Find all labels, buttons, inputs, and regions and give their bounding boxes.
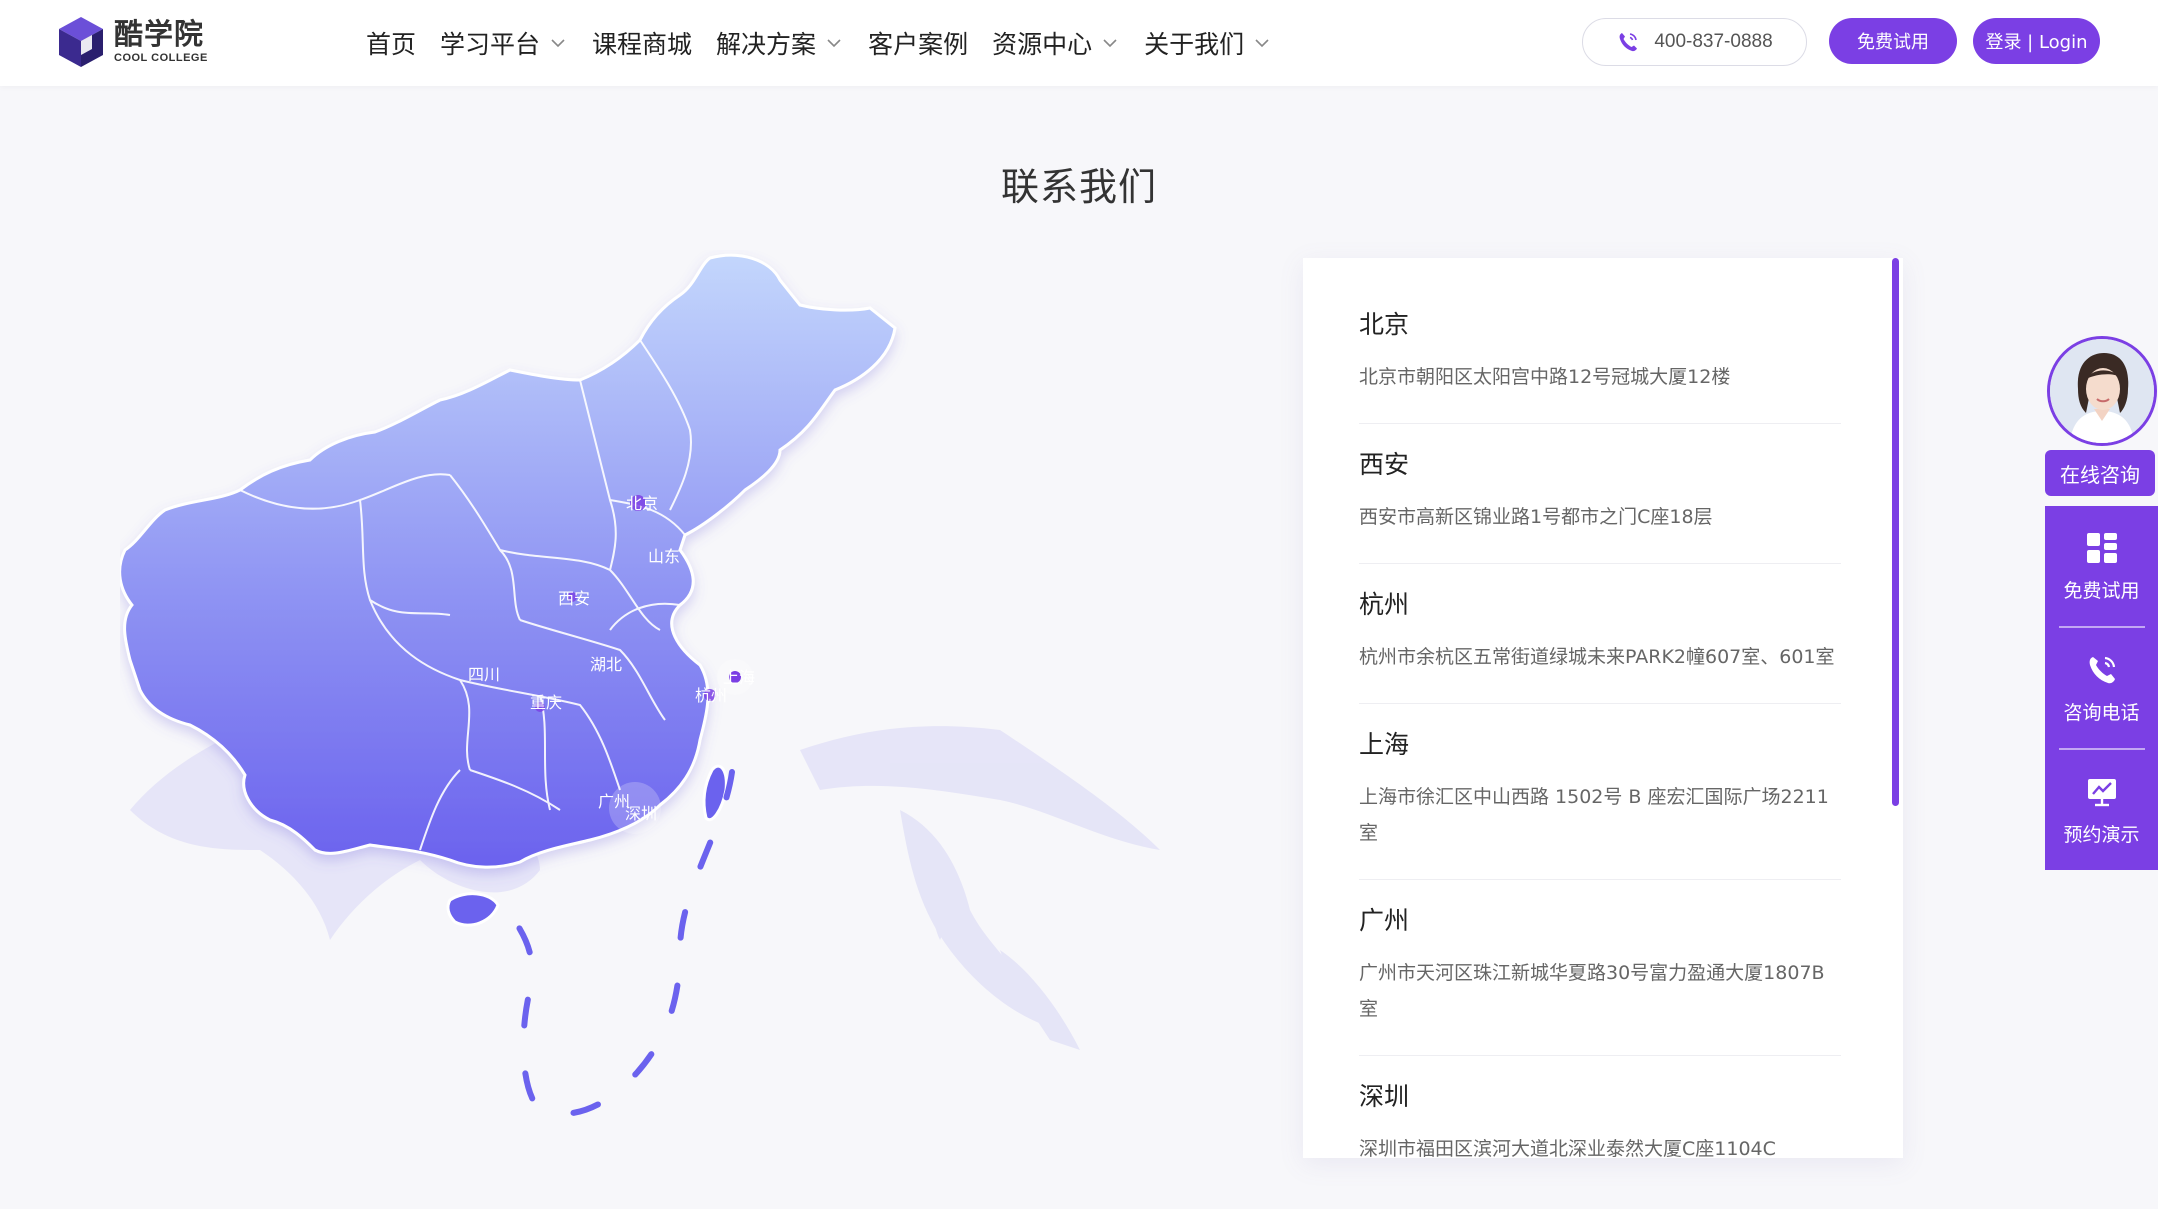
office-city: 广州 bbox=[1359, 906, 1410, 935]
logo[interactable]: 酷学院 COOL COLLEGE bbox=[56, 14, 208, 70]
nav-item-label: 客户案例 bbox=[868, 30, 969, 59]
nav-item-learning-platform[interactable]: 学习平台 bbox=[440, 25, 568, 61]
chevron-down-icon bbox=[827, 39, 841, 48]
consultant-avatar[interactable] bbox=[2047, 336, 2157, 446]
office-city: 北京 bbox=[1359, 310, 1410, 339]
office-city: 西安 bbox=[1359, 450, 1410, 479]
nav-item-course-mall[interactable]: 课程商城 bbox=[592, 25, 692, 61]
presentation-icon bbox=[2087, 778, 2116, 806]
office-city: 杭州 bbox=[1359, 590, 1410, 619]
nav-item-resources[interactable]: 资源中心 bbox=[992, 25, 1120, 61]
office-address: 北京市朝阳区太阳宫中路12号冠城大厦12楼 bbox=[1359, 366, 1731, 388]
city-label-chongqing: 重庆 bbox=[530, 693, 562, 712]
office-address: 西安市高新区锦业路1号都市之门C座18层 bbox=[1359, 506, 1713, 528]
main-nav: 首页 学习平台 课程商城 解决方案 客户案例 资源中心 关于我们 bbox=[366, 22, 1296, 64]
city-label-xian: 西安 bbox=[558, 589, 590, 608]
taiwan-island bbox=[702, 764, 728, 822]
nav-item-customer-cases[interactable]: 客户案例 bbox=[868, 25, 968, 61]
city-label-beijing: 北京 bbox=[626, 494, 658, 513]
header: 酷学院 COOL COLLEGE 首页 学习平台 课程商城 解决方案 客户案例 … bbox=[0, 0, 2158, 86]
online-consult-button[interactable]: 在线咨询 bbox=[2045, 450, 2155, 496]
float-phone[interactable]: 咨询电话 bbox=[2045, 628, 2158, 748]
address-list-scrollbar[interactable] bbox=[1892, 258, 1899, 806]
phone-icon bbox=[1619, 33, 1638, 52]
grid-icon bbox=[2086, 532, 2117, 563]
office-address-list: 北京 北京市朝阳区太阳宫中路12号冠城大厦12楼 西安 西安市高新区锦业路1号都… bbox=[1359, 258, 1841, 1158]
float-item-label: 预约演示 bbox=[2063, 823, 2140, 846]
chevron-down-icon bbox=[1255, 39, 1269, 48]
nav-item-label: 课程商城 bbox=[592, 30, 693, 59]
office-item-beijing: 北京 北京市朝阳区太阳宫中路12号冠城大厦12楼 bbox=[1359, 258, 1841, 424]
nav-item-home[interactable]: 首页 bbox=[366, 25, 416, 61]
page-title: 联系我们 bbox=[1000, 165, 1157, 209]
office-item-guangzhou: 广州 广州市天河区珠江新城华夏路30号富力盈通大厦1807B室 bbox=[1359, 880, 1841, 1056]
city-label-hangzhou: 杭州 bbox=[695, 686, 727, 705]
city-label-sichuan: 四川 bbox=[468, 665, 500, 684]
float-free-trial[interactable]: 免费试用 bbox=[2045, 506, 2158, 626]
float-item-label: 咨询电话 bbox=[2063, 701, 2140, 724]
office-address: 深圳市福田区滨河大道北深业泰然大厦C座1104C bbox=[1359, 1138, 1776, 1158]
nav-item-label: 首页 bbox=[366, 30, 417, 59]
city-label-shenzhen: 深圳 bbox=[625, 804, 657, 823]
hotline-number: 400-837-0888 bbox=[1654, 31, 1773, 52]
office-item-shenzhen: 深圳 深圳市福田区滨河大道北深业泰然大厦C座1104C bbox=[1359, 1056, 1841, 1158]
office-item-xian: 西安 西安市高新区锦业路1号都市之门C座18层 bbox=[1359, 424, 1841, 564]
nav-item-label: 关于我们 bbox=[1144, 30, 1245, 59]
china-office-map: 北京 山东 西安 湖北 四川 重庆 上海 杭州 广州 深圳 bbox=[120, 253, 1160, 1117]
login-button[interactable]: 登录 | Login bbox=[1973, 18, 2100, 64]
office-city: 上海 bbox=[1359, 730, 1410, 759]
nav-item-solutions[interactable]: 解决方案 bbox=[716, 25, 844, 61]
nav-item-label: 解决方案 bbox=[716, 30, 817, 59]
city-label-shanghai: 上海 bbox=[723, 668, 755, 687]
nav-item-label: 资源中心 bbox=[992, 30, 1093, 59]
consultant-portrait-icon bbox=[2050, 339, 2154, 443]
chevron-down-icon bbox=[1103, 39, 1117, 48]
office-item-hangzhou: 杭州 杭州市余杭区五常街道绿城未来PARK2幢607室、601室 bbox=[1359, 564, 1841, 704]
free-trial-button[interactable]: 免费试用 bbox=[1829, 18, 1957, 64]
logo-name-en: COOL COLLEGE bbox=[114, 52, 208, 64]
office-address: 广州市天河区珠江新城华夏路30号富力盈通大厦1807B室 bbox=[1359, 962, 1825, 1020]
phone-icon bbox=[2089, 656, 2115, 683]
logo-cube-icon bbox=[59, 17, 103, 67]
office-city: 深圳 bbox=[1359, 1082, 1410, 1111]
city-label-hubei: 湖北 bbox=[590, 655, 622, 674]
city-label-shandong: 山东 bbox=[648, 547, 680, 566]
chevron-down-icon bbox=[551, 39, 565, 48]
nav-item-label: 学习平台 bbox=[440, 30, 541, 59]
office-address: 杭州市余杭区五常街道绿城未来PARK2幢607室、601室 bbox=[1359, 646, 1835, 668]
office-address-card: 北京 北京市朝阳区太阳宫中路12号冠城大厦12楼 西安 西安市高新区锦业路1号都… bbox=[1303, 258, 1903, 1158]
float-item-label: 免费试用 bbox=[2063, 579, 2140, 602]
office-address: 上海市徐汇区中山西路 1502号 B 座宏汇国际广场2211室 bbox=[1359, 786, 1829, 844]
floating-action-bar: 免费试用 咨询电话 预约演示 bbox=[2045, 506, 2158, 870]
office-item-shanghai: 上海 上海市徐汇区中山西路 1502号 B 座宏汇国际广场2211室 bbox=[1359, 704, 1841, 880]
nav-item-about-us[interactable]: 关于我们 bbox=[1144, 25, 1272, 61]
hotline-pill[interactable]: 400-837-0888 bbox=[1582, 18, 1807, 66]
float-demo[interactable]: 预约演示 bbox=[2045, 750, 2158, 870]
hainan-island bbox=[446, 892, 500, 927]
logo-name-cn: 酷学院 bbox=[114, 17, 205, 51]
